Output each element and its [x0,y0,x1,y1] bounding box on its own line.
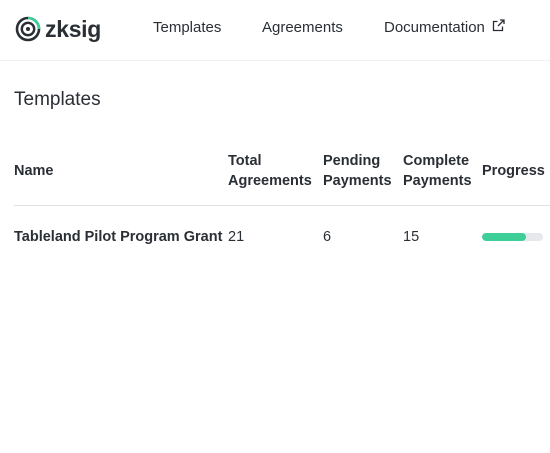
brand-logo[interactable]: zksig [15,15,101,43]
nav-documentation-link[interactable]: Documentation [384,19,505,37]
page-title: Templates [14,89,101,110]
column-header-total-agreements: Total Agreements [228,151,312,191]
column-header-total-line2: Agreements [228,173,312,189]
nav-agreements-link[interactable]: Agreements [262,19,343,37]
column-header-total-line1: Total [228,153,262,169]
complete-payments-cell: 15 [403,229,420,245]
column-header-pending-line1: Pending [323,153,381,169]
nav-templates-link[interactable]: Templates [153,19,221,37]
total-agreements-cell: 21 [228,229,245,245]
column-header-complete-line2: Payments [403,173,472,189]
column-header-pending-payments: Pending Payments [323,151,392,191]
table-header-divider [14,205,550,206]
column-header-complete-line1: Complete [403,153,470,169]
external-link-icon [485,19,505,37]
column-header-progress: Progress [482,163,545,179]
nav-documentation-label: Documentation [384,19,485,36]
progress-bar-fill [482,233,526,241]
brand-name: zksig [45,16,102,42]
column-header-name: Name [14,163,54,179]
template-name-cell[interactable]: Tableland Pilot Program Grant [14,228,222,246]
top-navigation-bar: zksig Templates Agreements Documentation [0,0,550,61]
column-header-pending-line2: Payments [323,173,392,189]
pending-payments-cell: 6 [323,229,332,245]
column-header-complete-payments: Complete Payments [403,151,472,191]
concentric-circle-logo-icon [15,16,41,42]
progress-bar [482,233,543,241]
